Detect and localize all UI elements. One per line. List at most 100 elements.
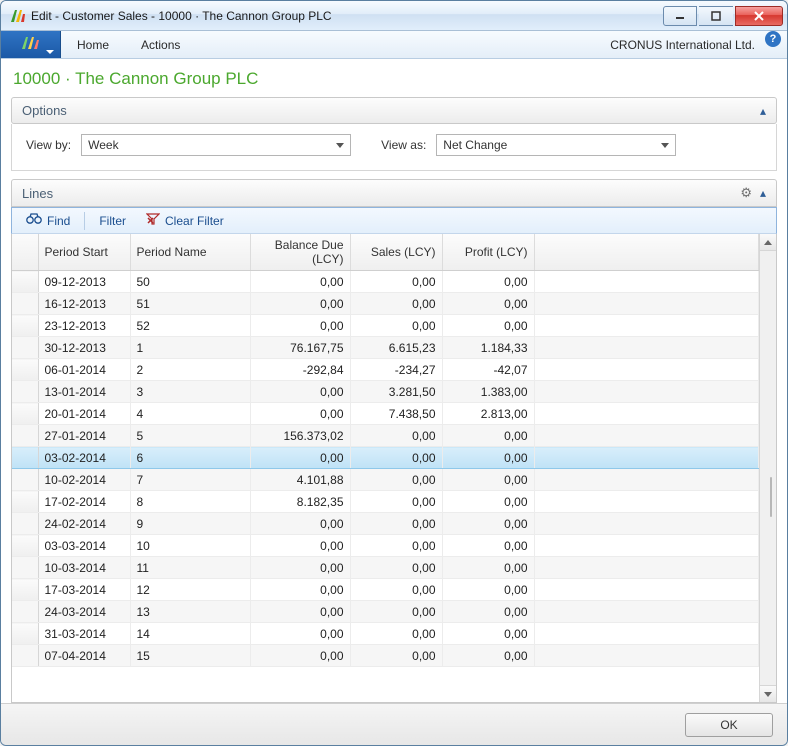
row-handle[interactable] <box>12 579 38 601</box>
row-handle[interactable] <box>12 425 38 447</box>
ok-button[interactable]: OK <box>685 713 773 737</box>
cell-period-name[interactable]: 8 <box>130 491 250 513</box>
col-sales[interactable]: Sales (LCY) <box>350 234 442 271</box>
scroll-up-button[interactable] <box>760 234 776 251</box>
cell-balance-due[interactable]: 0,00 <box>250 403 350 425</box>
row-handle[interactable] <box>12 337 38 359</box>
cell-period-start[interactable]: 17-03-2014 <box>38 579 130 601</box>
table-row[interactable]: 24-03-2014130,000,000,00 <box>12 601 759 623</box>
cell-period-name[interactable]: 10 <box>130 535 250 557</box>
cell-balance-due[interactable]: -292,84 <box>250 359 350 381</box>
table-row[interactable]: 24-02-201490,000,000,00 <box>12 513 759 535</box>
cell-profit[interactable]: 0,00 <box>442 293 534 315</box>
cell-sales[interactable]: 3.281,50 <box>350 381 442 403</box>
row-handle[interactable] <box>12 491 38 513</box>
cell-sales[interactable]: 0,00 <box>350 491 442 513</box>
find-button[interactable]: Find <box>18 211 78 230</box>
cell-period-name[interactable]: 15 <box>130 645 250 667</box>
cell-sales[interactable]: 0,00 <box>350 645 442 667</box>
row-handle[interactable] <box>12 645 38 667</box>
cell-balance-due[interactable]: 156.373,02 <box>250 425 350 447</box>
table-row[interactable]: 27-01-20145156.373,020,000,00 <box>12 425 759 447</box>
cell-period-start[interactable]: 10-03-2014 <box>38 557 130 579</box>
cell-balance-due[interactable]: 0,00 <box>250 293 350 315</box>
cell-balance-due[interactable]: 0,00 <box>250 381 350 403</box>
cell-period-start[interactable]: 13-01-2014 <box>38 381 130 403</box>
cell-profit[interactable]: 0,00 <box>442 271 534 293</box>
cell-period-name[interactable]: 50 <box>130 271 250 293</box>
row-handle[interactable] <box>12 315 38 337</box>
row-handle[interactable] <box>12 271 38 293</box>
cell-period-start[interactable]: 16-12-2013 <box>38 293 130 315</box>
cell-period-name[interactable]: 13 <box>130 601 250 623</box>
cell-period-name[interactable]: 1 <box>130 337 250 359</box>
cell-period-start[interactable]: 23-12-2013 <box>38 315 130 337</box>
cell-period-name[interactable]: 14 <box>130 623 250 645</box>
filter-button[interactable]: Filter <box>91 212 134 230</box>
cell-period-start[interactable]: 03-02-2014 <box>38 447 130 469</box>
clear-filter-button[interactable]: Clear Filter <box>138 211 232 230</box>
cell-sales[interactable]: 7.438,50 <box>350 403 442 425</box>
cell-profit[interactable]: 1.383,00 <box>442 381 534 403</box>
cell-period-name[interactable]: 11 <box>130 557 250 579</box>
cell-period-name[interactable]: 12 <box>130 579 250 601</box>
table-row[interactable]: 09-12-2013500,000,000,00 <box>12 271 759 293</box>
close-button[interactable] <box>735 6 783 26</box>
cell-balance-due[interactable]: 0,00 <box>250 623 350 645</box>
cell-sales[interactable]: 0,00 <box>350 271 442 293</box>
row-handle[interactable] <box>12 513 38 535</box>
row-handle[interactable] <box>12 381 38 403</box>
table-row[interactable]: 13-01-201430,003.281,501.383,00 <box>12 381 759 403</box>
minimize-button[interactable] <box>663 6 697 26</box>
lines-table[interactable]: Period Start Period Name Balance Due (LC… <box>12 234 759 667</box>
scroll-thumb[interactable] <box>770 477 772 517</box>
cell-period-start[interactable]: 17-02-2014 <box>38 491 130 513</box>
cell-sales[interactable]: 0,00 <box>350 469 442 491</box>
cell-profit[interactable]: 0,00 <box>442 491 534 513</box>
tab-home[interactable]: Home <box>61 31 125 58</box>
cell-profit[interactable]: 0,00 <box>442 469 534 491</box>
row-handle[interactable] <box>12 469 38 491</box>
cell-sales[interactable]: 0,00 <box>350 315 442 337</box>
table-row[interactable]: 03-02-201460,000,000,00 <box>12 447 759 469</box>
cell-sales[interactable]: 0,00 <box>350 447 442 469</box>
cell-sales[interactable]: 0,00 <box>350 579 442 601</box>
cell-profit[interactable]: 0,00 <box>442 601 534 623</box>
cell-sales[interactable]: -234,27 <box>350 359 442 381</box>
cell-sales[interactable]: 0,00 <box>350 601 442 623</box>
col-period-start[interactable]: Period Start <box>38 234 130 271</box>
cell-sales[interactable]: 0,00 <box>350 513 442 535</box>
cell-period-start[interactable]: 24-02-2014 <box>38 513 130 535</box>
table-row[interactable]: 06-01-20142-292,84-234,27-42,07 <box>12 359 759 381</box>
row-handle[interactable] <box>12 447 38 469</box>
cell-sales[interactable]: 6.615,23 <box>350 337 442 359</box>
table-row[interactable]: 10-02-201474.101,880,000,00 <box>12 469 759 491</box>
cell-period-name[interactable]: 7 <box>130 469 250 491</box>
row-handle[interactable] <box>12 403 38 425</box>
cell-balance-due[interactable]: 8.182,35 <box>250 491 350 513</box>
cell-profit[interactable]: 0,00 <box>442 447 534 469</box>
table-row[interactable]: 30-12-2013176.167,756.615,231.184,33 <box>12 337 759 359</box>
row-handle[interactable] <box>12 557 38 579</box>
cell-period-start[interactable]: 27-01-2014 <box>38 425 130 447</box>
cell-period-name[interactable]: 4 <box>130 403 250 425</box>
view-by-combo[interactable]: Week <box>81 134 351 156</box>
cell-period-start[interactable]: 24-03-2014 <box>38 601 130 623</box>
cell-period-start[interactable]: 20-01-2014 <box>38 403 130 425</box>
titlebar[interactable]: Edit - Customer Sales - 10000 · The Cann… <box>1 1 787 31</box>
cell-period-start[interactable]: 03-03-2014 <box>38 535 130 557</box>
table-row[interactable]: 20-01-201440,007.438,502.813,00 <box>12 403 759 425</box>
cell-balance-due[interactable]: 76.167,75 <box>250 337 350 359</box>
cell-profit[interactable]: 1.184,33 <box>442 337 534 359</box>
gear-icon[interactable]: ⚙ <box>740 185 752 201</box>
table-row[interactable]: 10-03-2014110,000,000,00 <box>12 557 759 579</box>
tab-actions[interactable]: Actions <box>125 31 196 58</box>
cell-period-start[interactable]: 09-12-2013 <box>38 271 130 293</box>
scroll-down-button[interactable] <box>760 685 776 702</box>
cell-profit[interactable]: 0,00 <box>442 513 534 535</box>
table-row[interactable]: 16-12-2013510,000,000,00 <box>12 293 759 315</box>
cell-balance-due[interactable]: 0,00 <box>250 535 350 557</box>
cell-profit[interactable]: 0,00 <box>442 315 534 337</box>
cell-sales[interactable]: 0,00 <box>350 557 442 579</box>
cell-period-start[interactable]: 30-12-2013 <box>38 337 130 359</box>
